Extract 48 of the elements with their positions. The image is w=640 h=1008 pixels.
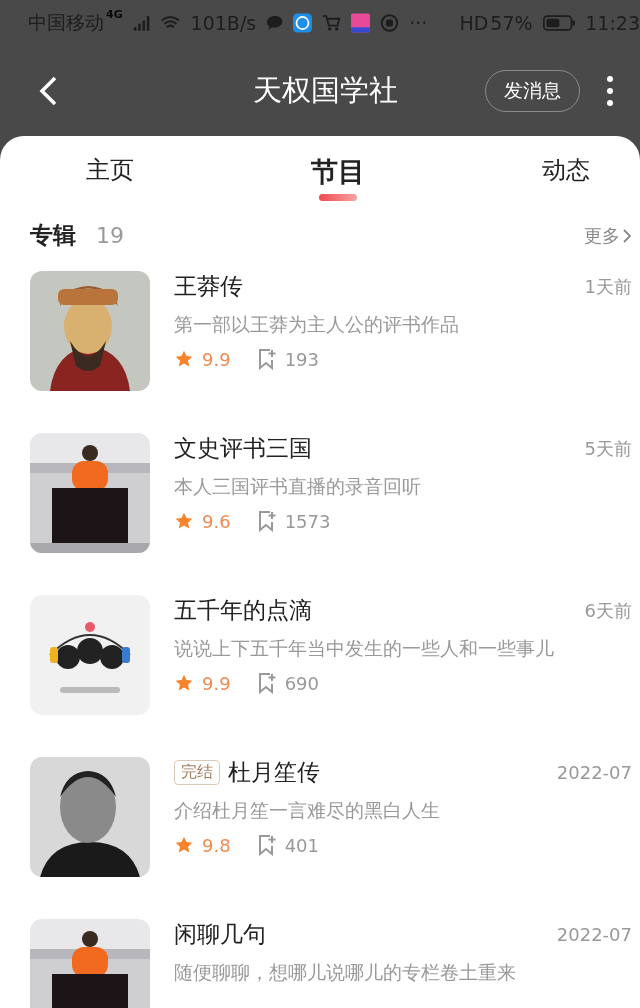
cart-icon bbox=[322, 13, 342, 33]
update-date: 6天前 bbox=[584, 598, 632, 623]
tab[interactable]: 节目 bbox=[311, 154, 365, 206]
app-icon bbox=[293, 12, 313, 34]
star-icon bbox=[174, 511, 194, 531]
update-date: 1天前 bbox=[584, 274, 632, 299]
album-description: 随便聊聊，想哪儿说哪儿的专栏卷土重来 bbox=[174, 960, 517, 985]
rating-score: 9.9 bbox=[202, 672, 231, 694]
album-title[interactable]: 杜月笙传 bbox=[228, 757, 320, 788]
star-icon bbox=[174, 673, 194, 693]
chevron-right-icon bbox=[622, 227, 632, 244]
finished-badge: 完结 bbox=[174, 760, 220, 785]
subscriber-count: 193 bbox=[284, 348, 319, 370]
update-date: 2022-07 bbox=[556, 762, 632, 783]
album-description: 说说上下五千年当中发生的一些人和一些事儿 bbox=[174, 636, 555, 661]
star-icon bbox=[174, 835, 194, 855]
tab[interactable]: 动态 bbox=[542, 154, 590, 206]
bookmark-plus-icon bbox=[256, 348, 277, 370]
signal-icon bbox=[132, 14, 150, 32]
network-type: 4G bbox=[106, 8, 123, 21]
bookmark-plus-icon bbox=[256, 834, 277, 856]
battery-icon bbox=[542, 13, 576, 33]
album-description: 本人三国评书直播的录音回听 bbox=[174, 474, 422, 499]
tab[interactable]: 主页 bbox=[86, 154, 134, 206]
subscriber-count: 690 bbox=[284, 672, 319, 694]
chat-bubble-icon bbox=[266, 14, 284, 32]
bookmark-plus-icon bbox=[256, 510, 277, 532]
album-title[interactable]: 闲聊几句 bbox=[174, 919, 266, 950]
album-description: 第一部以王莽为主人公的评书作品 bbox=[174, 312, 460, 337]
rating-score: 9.6 bbox=[202, 510, 231, 532]
rating-score: 9.8 bbox=[202, 834, 231, 856]
album-count: 19 bbox=[96, 223, 124, 248]
star-icon bbox=[174, 349, 194, 369]
section-title: 专辑 bbox=[30, 221, 76, 250]
page-title: 天权国学社 bbox=[252, 72, 398, 109]
app-icon bbox=[351, 12, 371, 34]
album-title[interactable]: 五千年的点滴 bbox=[174, 595, 312, 626]
rating-score: 9.9 bbox=[202, 348, 231, 370]
more-link[interactable]: 更多 bbox=[584, 223, 632, 248]
subscriber-count: 1573 bbox=[284, 510, 331, 532]
more-notifications: ··· bbox=[409, 12, 428, 34]
update-date: 5天前 bbox=[584, 436, 632, 461]
album-title[interactable]: 文史评书三国 bbox=[174, 433, 312, 464]
subscriber-count: 401 bbox=[284, 834, 319, 856]
bookmark-plus-icon bbox=[256, 672, 277, 694]
album-title[interactable]: 王莽传 bbox=[174, 271, 243, 302]
update-date: 2022-07 bbox=[556, 924, 632, 945]
album-description: 介绍杜月笙一言难尽的黑白人生 bbox=[174, 798, 441, 823]
